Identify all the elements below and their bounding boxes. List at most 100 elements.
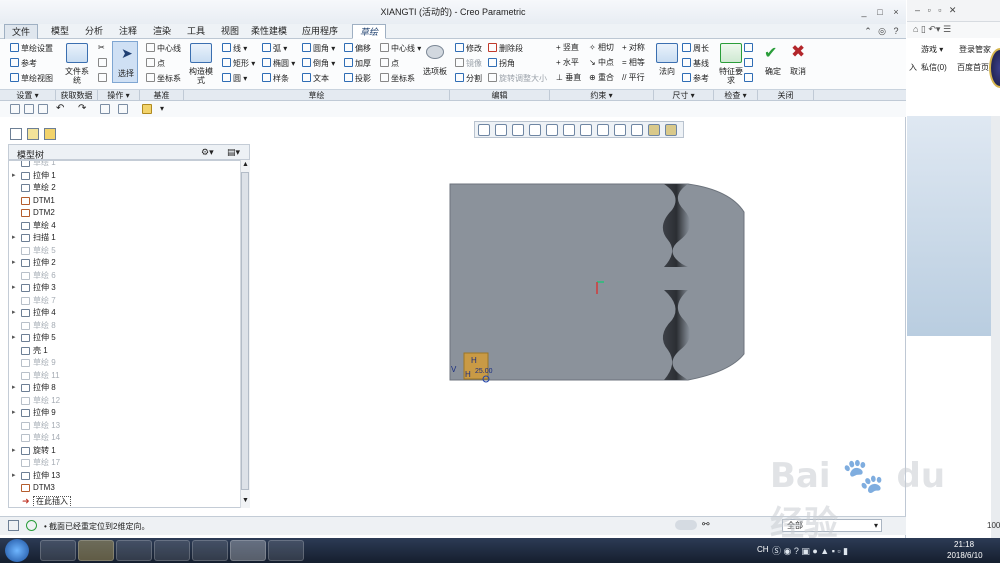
point-button[interactable]: 点 xyxy=(380,58,399,69)
tree-row[interactable]: ▸ 拉伸 13 xyxy=(9,470,239,483)
start-button-icon[interactable] xyxy=(5,539,29,562)
graphics-canvas[interactable]: H H V 25.00 xyxy=(252,140,904,510)
view-manager-icon[interactable] xyxy=(580,124,592,136)
perimeter-button[interactable]: 周长 xyxy=(682,43,709,54)
tree-row[interactable]: 草绘 8 xyxy=(9,320,239,333)
browser-toolbar-icons[interactable]: ⌂ ▯ ↶▾ ☰ xyxy=(913,24,951,35)
group-dimension[interactable]: 尺寸 ▾ xyxy=(654,90,714,101)
tree-row[interactable]: 草绘 9 xyxy=(9,357,239,370)
fillet-button[interactable]: 圆角 ▾ xyxy=(302,43,335,54)
display-style-icon[interactable] xyxy=(546,124,558,136)
thicken-button[interactable]: 加厚 xyxy=(344,58,371,69)
sketch-view-icon[interactable] xyxy=(665,124,677,136)
tab-sketch[interactable]: 草绘 xyxy=(352,24,386,39)
selection-toggle-icon[interactable] xyxy=(675,520,697,530)
tree-row[interactable]: DTM1 xyxy=(9,195,239,208)
mirror-button[interactable]: 镜像 xyxy=(455,58,482,69)
tree-row[interactable]: ▸ 拉伸 9 xyxy=(9,407,239,420)
tree-row[interactable]: 草绘 14 xyxy=(9,432,239,445)
rotate-resize-button[interactable]: 旋转调整大小 xyxy=(488,73,547,84)
group-constrain[interactable]: 约束 ▾ xyxy=(550,90,654,101)
rectangle-button[interactable]: 矩形 ▾ xyxy=(222,58,255,69)
customize-qat-icon[interactable]: ▾ xyxy=(160,104,170,114)
tree-row[interactable]: DTM2 xyxy=(9,207,239,220)
divide-button[interactable]: 分割 xyxy=(455,73,482,84)
offset-button[interactable]: 偏移 xyxy=(344,43,371,54)
tree-row[interactable]: 草绘 6 xyxy=(9,270,239,283)
tangent-constraint-button[interactable]: ✧ 相切 xyxy=(589,43,614,53)
symmetric-constraint-button[interactable]: + 对称 xyxy=(622,43,645,53)
new-file-icon[interactable] xyxy=(10,104,20,114)
baidu-home-link[interactable]: 百度首页 xyxy=(957,62,989,73)
taskbar-creo[interactable] xyxy=(230,540,266,561)
tree-row[interactable]: 草绘 1 xyxy=(9,161,239,170)
ok-check-icon[interactable]: ✔ xyxy=(764,43,777,63)
group-operations[interactable]: 操作 ▾ xyxy=(98,90,140,101)
palette-icon[interactable] xyxy=(426,45,444,59)
zoom-in-icon[interactable] xyxy=(495,124,507,136)
scroll-down-icon[interactable]: ▼ xyxy=(242,497,249,504)
tree-row[interactable]: ▸ 拉伸 2 xyxy=(9,257,239,270)
centerline-button[interactable]: 中心线 ▾ xyxy=(380,43,421,54)
datum-display-icon[interactable] xyxy=(597,124,609,136)
refit-icon[interactable] xyxy=(478,124,490,136)
constraint-v-label[interactable]: V xyxy=(451,365,456,374)
browser-scrollbar[interactable] xyxy=(991,116,1000,538)
select-button[interactable]: ➤ 选择 xyxy=(112,41,138,83)
tab-model[interactable]: 模型 xyxy=(46,24,74,39)
inspect-tool-2-icon[interactable] xyxy=(744,58,755,69)
vertical-constraint-button[interactable]: + 竖直 xyxy=(556,43,579,53)
save-icon[interactable] xyxy=(38,104,48,114)
horizontal-constraint-button[interactable]: + 水平 xyxy=(556,58,579,68)
browser-window-controls[interactable]: ‒ ▫ ▫ ✕ xyxy=(915,5,956,16)
language-indicator[interactable]: CH xyxy=(757,545,769,554)
maximize-button[interactable]: □ xyxy=(874,6,886,18)
file-system-icon[interactable] xyxy=(66,43,88,63)
sketch-setup-button[interactable]: 草绘设置 xyxy=(10,43,53,54)
zoom-level[interactable]: 100% xyxy=(987,521,1000,530)
text-button[interactable]: 文本 xyxy=(302,73,329,84)
datum-csys-button[interactable]: 坐标系 xyxy=(146,73,181,84)
login-manager[interactable]: 登录管家 xyxy=(959,44,991,55)
constraint-h-label[interactable]: H xyxy=(471,356,477,365)
clock-time[interactable]: 21:18 xyxy=(954,540,974,549)
tree-settings-icon[interactable]: ⚙▾ xyxy=(201,147,219,158)
games-menu[interactable]: 游戏 ▾ xyxy=(921,44,943,55)
tab-tools[interactable]: 工具 xyxy=(182,24,210,39)
project-button[interactable]: 投影 xyxy=(344,73,371,84)
delete-segment-button[interactable]: 删除段 xyxy=(488,43,523,54)
folder-browser-tab-icon[interactable] xyxy=(27,128,39,140)
coincident-constraint-button[interactable]: ⊕ 重合 xyxy=(589,73,614,83)
tree-row[interactable]: ▸ 拉伸 8 xyxy=(9,382,239,395)
spin-center-icon[interactable] xyxy=(614,124,626,136)
tree-row[interactable]: 草绘 13 xyxy=(9,420,239,433)
tab-view[interactable]: 视图 xyxy=(216,24,244,39)
annotation-display-icon[interactable] xyxy=(631,124,643,136)
modify-button[interactable]: 修改 xyxy=(455,43,482,54)
tree-row[interactable]: 草绘 7 xyxy=(9,295,239,308)
taskbar-explorer[interactable] xyxy=(78,540,114,561)
equal-constraint-button[interactable]: = 相等 xyxy=(622,58,645,68)
taskbar-app-1[interactable] xyxy=(40,540,76,561)
messages-link[interactable]: 私信(0) xyxy=(921,62,947,73)
tree-row[interactable]: ▸ 旋转 1 xyxy=(9,445,239,458)
tree-show-icon[interactable]: ▤▾ xyxy=(227,147,245,158)
ribbon-collapse-icon[interactable]: ⌃ xyxy=(862,25,874,37)
cut-icon[interactable]: ✂ xyxy=(98,43,105,53)
tab-render[interactable]: 渲染 xyxy=(148,24,176,39)
undo-icon[interactable]: ↶ xyxy=(56,104,66,114)
open-file-icon[interactable] xyxy=(24,104,34,114)
parallel-constraint-button[interactable]: // 平行 xyxy=(622,73,645,83)
taskbar-app-3[interactable] xyxy=(154,540,190,561)
clock-date[interactable]: 2018/6/10 xyxy=(947,551,983,560)
model-tree-tab-icon[interactable] xyxy=(10,128,22,140)
tree-row[interactable]: 草绘 12 xyxy=(9,395,239,408)
tab-flexible-modeling[interactable]: 柔性建模 xyxy=(248,24,290,39)
dimension-value[interactable]: 25.00 xyxy=(475,368,493,375)
baseline-button[interactable]: 基线 xyxy=(682,58,709,69)
status-regen-icon[interactable] xyxy=(26,520,37,531)
perpendicular-constraint-button[interactable]: ⊥ 垂直 xyxy=(556,73,581,83)
tree-row[interactable]: 草绘 17 xyxy=(9,457,239,470)
windows-icon[interactable] xyxy=(118,104,128,114)
favorites-tab-icon[interactable] xyxy=(44,128,56,140)
